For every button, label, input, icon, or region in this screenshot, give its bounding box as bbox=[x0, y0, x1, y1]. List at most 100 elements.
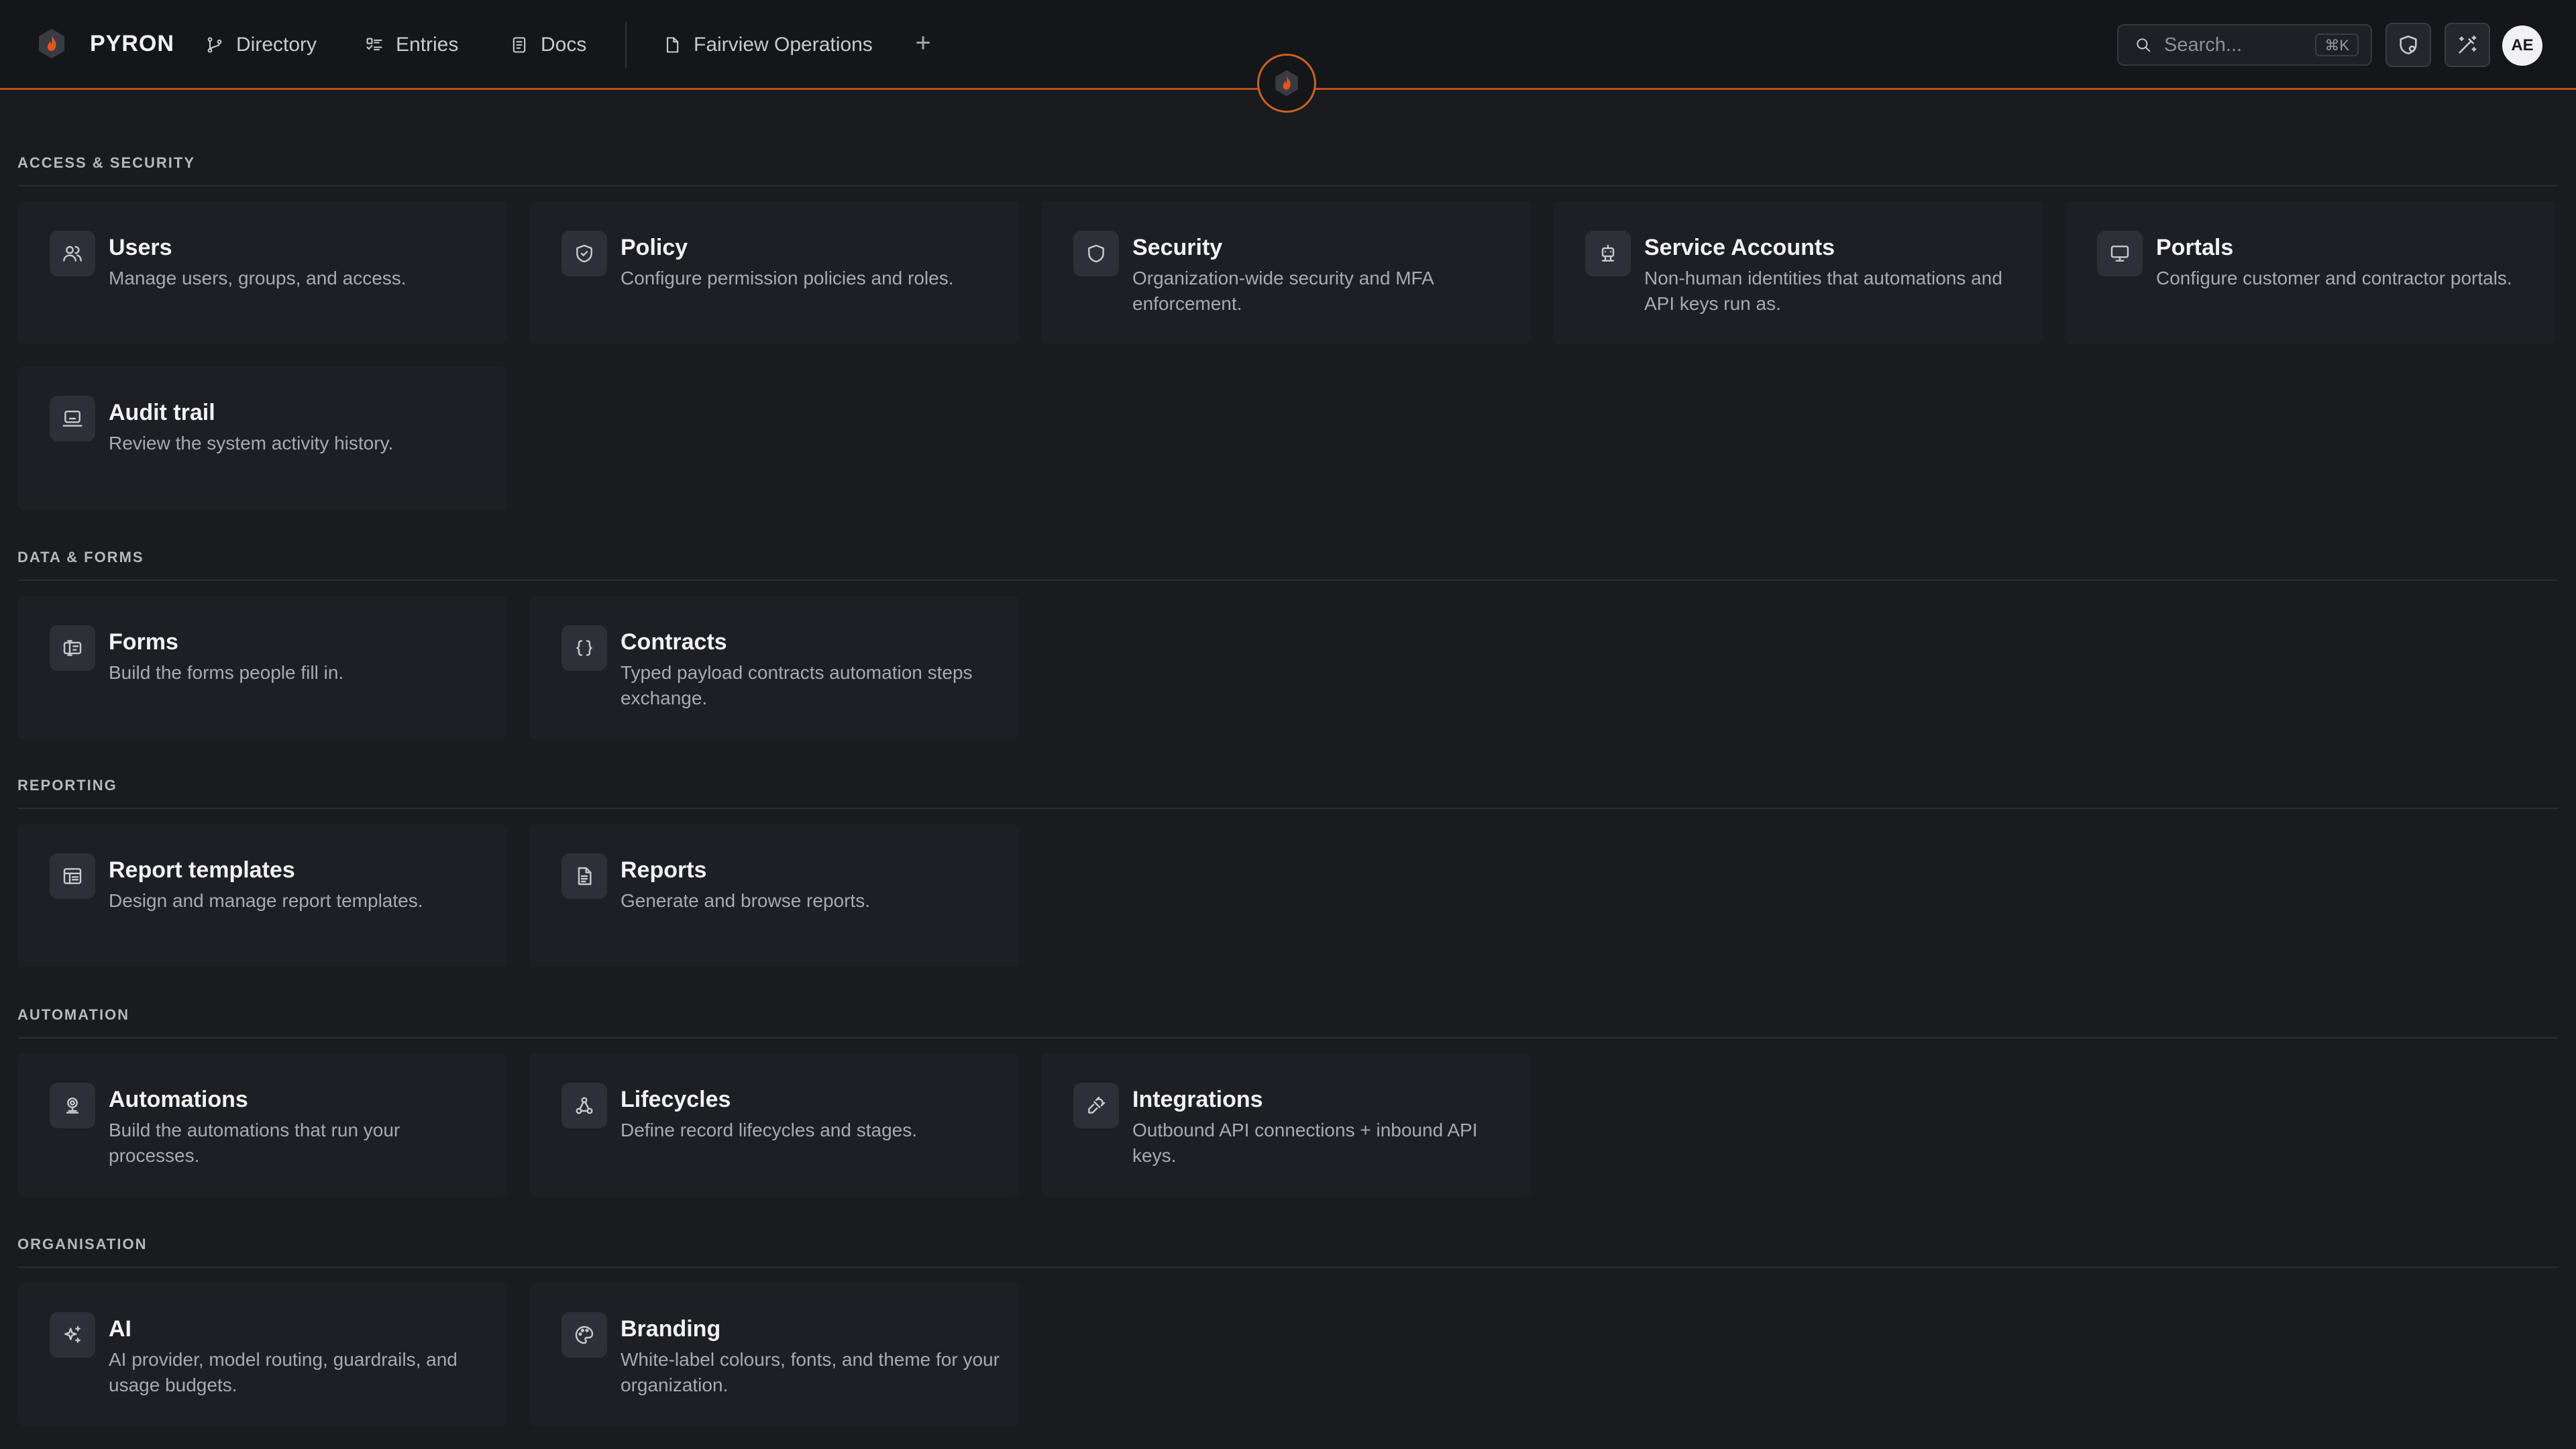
audit-icon bbox=[62, 411, 83, 427]
card-title: Audit trail bbox=[109, 400, 215, 425]
docs-icon bbox=[513, 37, 526, 53]
card-report-templates[interactable]: Report templates Design and manage repor… bbox=[17, 824, 507, 967]
section-divider bbox=[17, 808, 2559, 809]
card-icon-box bbox=[1073, 231, 1119, 276]
section-divider bbox=[17, 580, 2559, 581]
section-title-access-security: ACCESS & SECURITY bbox=[17, 154, 196, 171]
shield-gear-icon bbox=[2400, 35, 2417, 55]
form-icon bbox=[63, 640, 82, 656]
card-ai[interactable]: AI AI provider, model routing, guardrail… bbox=[17, 1283, 507, 1426]
palette-icon bbox=[575, 1326, 594, 1344]
monitor-icon bbox=[2110, 246, 2129, 262]
card-title: AI bbox=[109, 1316, 131, 1342]
card-icon-box bbox=[50, 396, 95, 441]
nav-docs-label: Docs bbox=[541, 34, 587, 56]
card-icon-box bbox=[50, 1083, 95, 1128]
card-description: Review the system activity history. bbox=[109, 433, 394, 453]
card-icon-box bbox=[50, 231, 95, 276]
section-title-reporting: REPORTING bbox=[17, 777, 117, 794]
card-title: Reports bbox=[621, 857, 707, 883]
card-description: Outbound API connections + inbound API k… bbox=[1132, 1120, 1478, 1166]
security-settings-button[interactable] bbox=[2385, 23, 2431, 67]
entries-icon bbox=[366, 38, 382, 51]
template-icon bbox=[63, 868, 82, 884]
card-title: Service Accounts bbox=[1644, 235, 1835, 260]
card-description: Manage users, groups, and access. bbox=[109, 268, 407, 288]
card-branding[interactable]: Branding White-label colours, fonts, and… bbox=[529, 1283, 1019, 1426]
magic-wand-icon bbox=[2459, 35, 2477, 54]
card-title: Portals bbox=[2156, 235, 2234, 260]
lifecycle-icon bbox=[576, 1097, 593, 1114]
card-title: Users bbox=[109, 235, 172, 260]
card-icon-box bbox=[561, 1312, 607, 1358]
card-icon-box bbox=[1585, 231, 1631, 276]
plug-icon bbox=[1088, 1096, 1106, 1114]
section-title-data-forms: DATA & FORMS bbox=[17, 549, 144, 566]
card-title: Security bbox=[1132, 235, 1223, 260]
add-tab-button[interactable]: + bbox=[911, 30, 935, 56]
card-icon-box bbox=[50, 853, 95, 899]
card-reports[interactable]: Reports Generate and browse reports. bbox=[529, 824, 1019, 967]
card-title: Contracts bbox=[621, 629, 727, 655]
section-divider bbox=[17, 1267, 2559, 1268]
card-description: Organization-wide security and MFA enfor… bbox=[1132, 268, 1434, 314]
card-title: Policy bbox=[621, 235, 688, 260]
card-portals[interactable]: Portals Configure customer and contracto… bbox=[2065, 201, 2555, 345]
card-title: Branding bbox=[621, 1316, 721, 1342]
section-divider bbox=[17, 185, 2559, 186]
card-description: AI provider, model routing, guardrails, … bbox=[109, 1349, 458, 1395]
card-audit-trail[interactable]: Audit trail Review the system activity h… bbox=[17, 366, 507, 510]
braces-icon bbox=[576, 640, 592, 656]
card-description: Build the forms people fill in. bbox=[109, 662, 344, 683]
brand[interactable]: PYRON bbox=[35, 27, 174, 60]
card-icon-box bbox=[2097, 231, 2143, 276]
policy-shield-icon bbox=[576, 244, 592, 263]
automation-icon bbox=[66, 1097, 79, 1114]
center-logo-badge[interactable] bbox=[1257, 54, 1316, 113]
card-description: Generate and browse reports. bbox=[621, 890, 870, 911]
nav-docs[interactable]: Docs bbox=[510, 0, 586, 90]
nav-directory-label: Directory bbox=[236, 34, 317, 56]
search-shortcut-badge: ⌘K bbox=[2315, 34, 2359, 56]
user-avatar[interactable]: AE bbox=[2502, 25, 2542, 66]
card-automations[interactable]: Automations Build the automations that r… bbox=[17, 1053, 507, 1197]
card-description: Design and manage report templates. bbox=[109, 890, 423, 911]
card-policy[interactable]: Policy Configure permission policies and… bbox=[529, 201, 1019, 345]
magic-wand-button[interactable] bbox=[2445, 23, 2490, 67]
report-icon bbox=[578, 867, 592, 885]
nav-directory[interactable]: Directory bbox=[205, 0, 317, 90]
nav-entries[interactable]: Entries bbox=[365, 0, 458, 90]
card-icon-box bbox=[561, 853, 607, 899]
flame-logo-icon bbox=[1275, 70, 1298, 97]
card-title: Automations bbox=[109, 1087, 248, 1112]
shield-icon bbox=[1088, 244, 1104, 263]
card-icon-box bbox=[50, 625, 95, 671]
brand-name: PYRON bbox=[90, 30, 174, 56]
section-title-automation: AUTOMATION bbox=[17, 1006, 130, 1023]
card-title: Lifecycles bbox=[621, 1087, 731, 1112]
card-icon-box bbox=[561, 625, 607, 671]
card-icon-box bbox=[561, 231, 607, 276]
directory-icon bbox=[207, 37, 222, 53]
card-users[interactable]: Users Manage users, groups, and access. bbox=[17, 201, 507, 345]
search-input[interactable]: Search... ⌘K bbox=[2117, 24, 2372, 66]
nav-entries-label: Entries bbox=[396, 34, 459, 56]
search-placeholder: Search... bbox=[2164, 34, 2243, 56]
card-contracts[interactable]: Contracts Typed payload contracts automa… bbox=[529, 596, 1019, 739]
card-lifecycles[interactable]: Lifecycles Define record lifecycles and … bbox=[529, 1053, 1019, 1197]
pyron-logo-icon bbox=[39, 29, 64, 58]
card-service-accounts[interactable]: Service Accounts Non-human identities th… bbox=[1553, 201, 2043, 345]
card-integrations[interactable]: Integrations Outbound API connections + … bbox=[1041, 1053, 1531, 1197]
card-icon-box bbox=[1073, 1083, 1119, 1128]
card-icon-box bbox=[561, 1083, 607, 1128]
card-security[interactable]: Security Organization-wide security and … bbox=[1041, 201, 1531, 345]
card-title: Forms bbox=[109, 629, 178, 655]
card-description: Configure customer and contractor portal… bbox=[2156, 268, 2512, 288]
tab-fairview-operations[interactable]: Fairview Operations bbox=[663, 0, 873, 90]
tab-fairview-operations-label: Fairview Operations bbox=[694, 34, 873, 56]
card-title: Report templates bbox=[109, 857, 295, 883]
search-icon bbox=[2137, 38, 2151, 52]
nav-divider bbox=[625, 21, 627, 68]
card-description: Typed payload contracts automation steps… bbox=[621, 662, 973, 708]
card-forms[interactable]: Forms Build the forms people fill in. bbox=[17, 596, 507, 739]
